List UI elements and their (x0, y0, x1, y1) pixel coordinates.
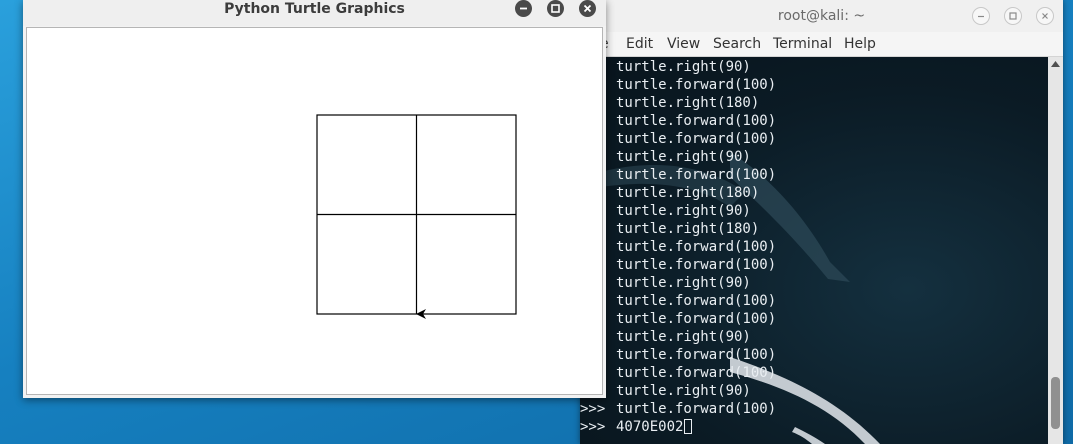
terminal-prompt: >>> (580, 401, 606, 417)
terminal-command-text: turtle.forward(100) (616, 401, 777, 417)
terminal-title: root@kali: ~ (777, 8, 866, 24)
menu-view[interactable]: View (667, 32, 700, 56)
menu-edit[interactable]: Edit (626, 32, 653, 56)
turtle-titlebar[interactable]: Python Turtle Graphics (23, 0, 606, 26)
terminal-command-text: turtle.right(180) (616, 221, 760, 237)
terminal-command-text: turtle.right(90) (616, 203, 751, 219)
terminal-command-text: turtle.right(90) (616, 329, 751, 345)
terminal-command-text: turtle.forward(100) (616, 239, 777, 255)
terminal-command-text: turtle.forward(100) (616, 365, 777, 381)
terminal-input-line[interactable]: >>> 4070E002 (580, 418, 693, 436)
terminal-window[interactable]: root@kali: ~ e Edit View Search Terminal… (580, 0, 1063, 444)
terminal-line: turtle.forward(100) (580, 76, 776, 94)
terminal-menubar: e Edit View Search Terminal Help (580, 32, 1063, 57)
terminal-maximize-icon[interactable] (1004, 7, 1022, 25)
terminal-line: turtle.right(180) (580, 184, 759, 202)
terminal-line: turtle.right(180) (580, 220, 759, 238)
text-cursor (684, 419, 693, 434)
terminal-line: turtle.forward(100) (580, 238, 776, 256)
terminal-input-text[interactable]: 4070E002 (616, 419, 683, 435)
terminal-command-text: turtle.forward(100) (616, 311, 777, 327)
terminal-command-text: turtle.right(90) (616, 383, 751, 399)
terminal-close-icon[interactable] (1036, 7, 1054, 25)
terminal-titlebar[interactable]: root@kali: ~ (580, 0, 1063, 33)
terminal-line: turtle.forward(100) (580, 166, 776, 184)
terminal-line: turtle.forward(100) (580, 346, 776, 364)
scroll-up-icon[interactable] (1051, 61, 1060, 67)
terminal-command-text: turtle.right(90) (616, 149, 751, 165)
menu-help[interactable]: Help (844, 32, 876, 56)
terminal-minimize-icon[interactable] (972, 7, 990, 25)
menu-terminal[interactable]: Terminal (773, 32, 832, 56)
turtle-maximize-icon[interactable] (547, 0, 564, 17)
terminal-command-text: turtle.forward(100) (616, 293, 777, 309)
terminal-command-text: turtle.forward(100) (616, 131, 777, 147)
terminal-line: turtle.forward(100) (580, 364, 776, 382)
turtle-minimize-icon[interactable] (515, 0, 532, 17)
terminal-prompt: >>> (580, 419, 606, 435)
terminal-line: turtle.forward(100) (580, 112, 776, 130)
terminal-command-text: turtle.right(180) (616, 185, 760, 201)
turtle-canvas (26, 27, 603, 395)
turtle-drawing (316, 114, 517, 319)
terminal-line: turtle.forward(100) (580, 130, 776, 148)
terminal-command-text: turtle.forward(100) (616, 257, 777, 273)
terminal-line: turtle.forward(100) (580, 256, 776, 274)
scrollbar-thumb[interactable] (1051, 377, 1060, 429)
terminal-command-text: turtle.forward(100) (616, 347, 777, 363)
terminal-command-text: turtle.right(90) (616, 275, 751, 291)
terminal-line: >>> turtle.forward(100) (580, 400, 776, 418)
menu-search[interactable]: Search (713, 32, 761, 56)
turtle-close-icon[interactable] (579, 0, 596, 17)
terminal-command-text: turtle.right(90) (616, 59, 751, 75)
turtle-window[interactable]: Python Turtle Graphics (23, 0, 606, 398)
terminal-command-text: turtle.forward(100) (616, 167, 777, 183)
terminal-body[interactable]: turtle.right(90) turtle.forward(100) turtl… (580, 57, 1048, 444)
terminal-command-text: turtle.right(180) (616, 95, 760, 111)
terminal-command-text: turtle.forward(100) (616, 113, 777, 129)
terminal-scrollbar[interactable] (1048, 57, 1063, 444)
terminal-line: turtle.forward(100) (580, 292, 776, 310)
terminal-line: turtle.right(180) (580, 94, 759, 112)
terminal-command-text: turtle.forward(100) (616, 77, 777, 93)
terminal-line: turtle.forward(100) (580, 310, 776, 328)
